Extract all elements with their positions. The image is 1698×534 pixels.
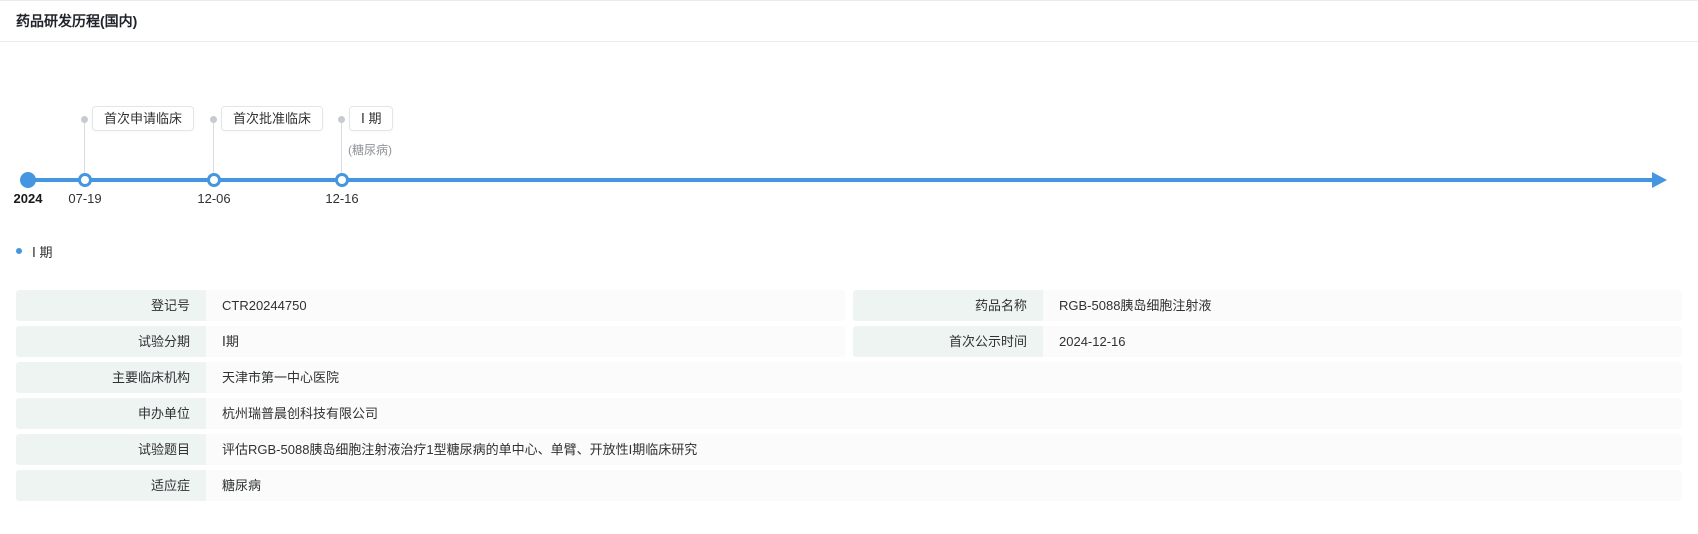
- drug-dev-history-panel: 药品研发历程(国内) 首次申请临床 首次批准临床 Ⅰ 期 (糖尿病) 2024 …: [0, 0, 1698, 534]
- panel-title: 药品研发历程(国内): [16, 13, 138, 29]
- field-trial-title: 试验题目 评估RGB-5088胰岛细胞注射液治疗1型糖尿病的单中心、单臂、开放性…: [16, 434, 1682, 465]
- trial-detail-table: 登记号 CTR20244750 药品名称 RGB-5088胰岛细胞注射液 试验分…: [0, 290, 1698, 501]
- field-value: 天津市第一中心医院: [206, 362, 1682, 393]
- field-value: Ⅰ期: [206, 326, 845, 357]
- field-label: 主要临床机构: [16, 362, 206, 393]
- milestone-sublabel-indication: (糖尿病): [348, 143, 392, 157]
- field-trial-phase: 试验分期 Ⅰ期: [16, 326, 845, 357]
- table-row: 主要临床机构 天津市第一中心医院: [16, 362, 1682, 393]
- table-row: 登记号 CTR20244750 药品名称 RGB-5088胰岛细胞注射液: [16, 290, 1682, 321]
- milestone-stem: [84, 119, 85, 175]
- field-indication: 适应症 糖尿病: [16, 470, 1682, 501]
- milestone-stem-dot: [210, 116, 217, 123]
- field-first-publicity-date: 首次公示时间 2024-12-16: [853, 326, 1682, 357]
- field-label: 试验题目: [16, 434, 206, 465]
- field-value: RGB-5088胰岛细胞注射液: [1043, 290, 1682, 321]
- milestone-label-phase1[interactable]: Ⅰ 期: [349, 106, 394, 131]
- milestone-stem: [213, 119, 214, 175]
- milestone-dot: [207, 173, 221, 187]
- timeline: 首次申请临床 首次批准临床 Ⅰ 期 (糖尿病) 2024 07-19 12-06…: [0, 42, 1698, 214]
- field-sponsor: 申办单位 杭州瑞普晨创科技有限公司: [16, 398, 1682, 429]
- milestone-date: 12-16: [325, 191, 359, 206]
- milestone-stem-dot: [81, 116, 88, 123]
- milestone-dot: [78, 173, 92, 187]
- timeline-start-dot: [20, 172, 36, 188]
- phase-section-header: Ⅰ 期: [0, 242, 1698, 260]
- milestone-stem-dot: [338, 116, 345, 123]
- bullet-dot-icon: [16, 248, 22, 254]
- timeline-arrow-icon: [1652, 172, 1667, 188]
- milestone-label-first-application[interactable]: 首次申请临床: [92, 106, 195, 131]
- milestone-stem: [341, 119, 342, 175]
- field-drug-name: 药品名称 RGB-5088胰岛细胞注射液: [853, 290, 1682, 321]
- table-row: 试验分期 Ⅰ期 首次公示时间 2024-12-16: [16, 326, 1682, 357]
- timeline-axis: [28, 178, 1654, 182]
- milestone-dot: [335, 173, 349, 187]
- field-label: 适应症: [16, 470, 206, 501]
- table-row: 试验题目 评估RGB-5088胰岛细胞注射液治疗1型糖尿病的单中心、单臂、开放性…: [16, 434, 1682, 465]
- field-label: 登记号: [16, 290, 206, 321]
- field-main-clinical-institution: 主要临床机构 天津市第一中心医院: [16, 362, 1682, 393]
- field-value: 杭州瑞普晨创科技有限公司: [206, 398, 1682, 429]
- milestone-label-first-approval[interactable]: 首次批准临床: [221, 106, 324, 131]
- field-label: 申办单位: [16, 398, 206, 429]
- field-label: 药品名称: [853, 290, 1043, 321]
- milestone-date: 12-06: [197, 191, 231, 206]
- field-value: 糖尿病: [206, 470, 1682, 501]
- table-row: 适应症 糖尿病: [16, 470, 1682, 501]
- table-row: 申办单位 杭州瑞普晨创科技有限公司: [16, 398, 1682, 429]
- field-value: CTR20244750: [206, 290, 845, 321]
- field-label: 试验分期: [16, 326, 206, 357]
- field-value: 2024-12-16: [1043, 326, 1682, 357]
- panel-header: 药品研发历程(国内): [0, 1, 1698, 42]
- field-registration-number: 登记号 CTR20244750: [16, 290, 845, 321]
- phase-section-label: Ⅰ 期: [32, 244, 53, 260]
- timeline-start-year: 2024: [13, 191, 43, 206]
- milestone-date: 07-19: [68, 191, 102, 206]
- field-label: 首次公示时间: [853, 326, 1043, 357]
- field-value: 评估RGB-5088胰岛细胞注射液治疗1型糖尿病的单中心、单臂、开放性I期临床研…: [206, 434, 1682, 465]
